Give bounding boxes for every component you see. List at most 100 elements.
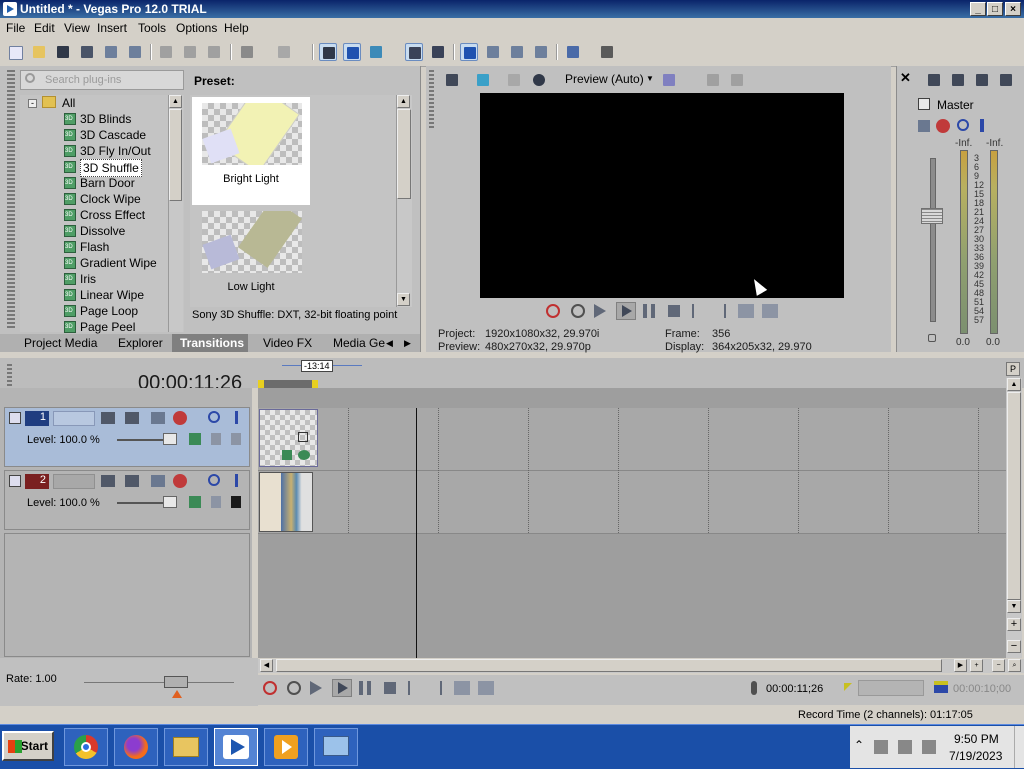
menu-tools[interactable]: Tools xyxy=(138,21,166,35)
video-preview-screen[interactable] xyxy=(480,93,844,298)
panel-grip[interactable] xyxy=(7,70,15,330)
scroll-left-icon[interactable]: ◀ xyxy=(260,659,273,672)
level-slider-thumb[interactable] xyxy=(163,496,177,508)
play-from-start-icon[interactable] xyxy=(594,304,606,318)
lock-envelopes-icon[interactable] xyxy=(429,43,447,61)
show-desktop-button[interactable] xyxy=(1014,726,1024,768)
make-child-icon[interactable] xyxy=(231,496,241,508)
maximize-button[interactable]: □ xyxy=(987,2,1003,16)
plugin-item[interactable]: Clock Wipe xyxy=(80,191,141,207)
transition-clip[interactable] xyxy=(259,409,318,467)
event-pan-crop-icon[interactable] xyxy=(298,450,310,460)
remote-desktop-icon[interactable] xyxy=(314,728,358,766)
rate-slider-track[interactable] xyxy=(84,682,234,683)
menu-edit[interactable]: Edit xyxy=(34,21,55,35)
go-to-end-icon[interactable] xyxy=(714,304,726,318)
chevron-down-icon[interactable]: ▼ xyxy=(646,74,654,83)
track-lane-2[interactable] xyxy=(258,471,1006,534)
new-project-icon[interactable] xyxy=(6,43,24,61)
copy-icon[interactable] xyxy=(181,43,199,61)
lock-icon[interactable] xyxy=(928,334,936,342)
close-button[interactable]: × xyxy=(1005,2,1021,16)
open-icon[interactable] xyxy=(30,43,48,61)
auto-crossfade-icon[interactable] xyxy=(484,43,502,61)
scroll-up-icon[interactable]: ▲ xyxy=(1007,378,1021,391)
auto-ripple-icon[interactable] xyxy=(405,43,423,61)
preset-bright-light[interactable]: Bright Light xyxy=(192,97,310,205)
fx-icon[interactable] xyxy=(505,71,523,89)
zoom-in-icon[interactable]: + xyxy=(1007,618,1021,631)
tab-scroll-left-icon[interactable]: ◀ xyxy=(386,334,393,352)
plugin-item[interactable]: Page Loop xyxy=(80,303,138,319)
zoom-out-icon[interactable]: − xyxy=(1007,640,1021,653)
cursor-time[interactable]: 00:00:11;26 xyxy=(766,683,823,695)
menu-insert[interactable]: Insert xyxy=(97,21,127,35)
clock-date[interactable]: 7/19/2023 xyxy=(949,749,1002,763)
tab-explorer[interactable]: Explorer xyxy=(118,334,163,352)
tab-video-fx[interactable]: Video FX xyxy=(263,334,312,352)
scroll-thumb[interactable] xyxy=(169,109,182,201)
track-menu-icon[interactable] xyxy=(9,475,21,487)
loop-icon[interactable] xyxy=(287,681,301,695)
whats-this-help-icon[interactable] xyxy=(598,43,616,61)
track-motion-icon[interactable] xyxy=(101,475,115,487)
record-icon[interactable] xyxy=(263,681,277,695)
mute-icon[interactable] xyxy=(208,474,220,486)
zoom-tool-icon[interactable] xyxy=(532,43,550,61)
track-fx-icon[interactable] xyxy=(151,475,165,487)
solo-icon[interactable] xyxy=(235,411,238,424)
selection-start-field[interactable] xyxy=(858,680,924,696)
track-motion-icon[interactable] xyxy=(101,412,115,424)
scroll-thumb[interactable] xyxy=(276,659,942,672)
master-fader-track[interactable] xyxy=(930,158,936,322)
timeline-hscroll[interactable]: ◀ ▶ + − ⌕ xyxy=(258,659,1024,673)
action-center-icon[interactable] xyxy=(874,740,888,754)
tab-transitions[interactable]: Transitions xyxy=(172,334,248,352)
make-parent-icon[interactable] xyxy=(211,496,221,508)
tab-project-media[interactable]: Project Media xyxy=(24,334,97,352)
mixer-properties-icon[interactable] xyxy=(925,71,943,89)
split-screen-icon[interactable] xyxy=(530,71,548,89)
plugin-item[interactable]: 3D Cascade xyxy=(80,127,146,143)
volume-icon[interactable] xyxy=(922,740,936,754)
previous-frame-icon[interactable] xyxy=(738,304,754,318)
track-menu-icon[interactable] xyxy=(9,412,21,424)
tree-root-all[interactable]: All xyxy=(62,95,75,111)
external-monitor-icon[interactable] xyxy=(474,71,492,89)
dim-output-icon[interactable] xyxy=(973,71,991,89)
play-button[interactable] xyxy=(616,302,636,320)
solo-icon[interactable] xyxy=(980,119,984,132)
panel-grip[interactable] xyxy=(429,70,434,130)
next-frame-icon[interactable] xyxy=(762,304,778,318)
start-button[interactable]: Start xyxy=(2,731,54,761)
plugin-item[interactable]: 3D Blinds xyxy=(80,111,131,127)
plugin-item[interactable]: Flash xyxy=(80,239,109,255)
preview-quality-select[interactable]: Preview (Auto) xyxy=(565,72,644,86)
network-icon[interactable] xyxy=(898,740,912,754)
record-icon[interactable] xyxy=(546,304,560,318)
copy-snapshot-icon[interactable] xyxy=(704,71,722,89)
save-snapshot-icon[interactable] xyxy=(728,71,746,89)
scroll-up-icon[interactable]: ▲ xyxy=(169,95,182,108)
scroll-up-icon[interactable]: ▲ xyxy=(397,95,410,108)
previous-frame-icon[interactable] xyxy=(454,681,470,695)
timeline-vscroll[interactable]: ▲ ▼ + − xyxy=(1006,378,1022,658)
file-explorer-icon[interactable] xyxy=(164,728,208,766)
crop-icon[interactable] xyxy=(298,432,308,442)
plugin-item[interactable]: Iris xyxy=(80,271,96,287)
minimize-button[interactable]: _ xyxy=(970,2,986,16)
stop-icon[interactable] xyxy=(384,682,396,694)
close-panel-icon[interactable]: ✕ xyxy=(900,70,911,86)
redo-icon[interactable] xyxy=(275,43,293,61)
plugin-search-field[interactable]: Search plug-ins xyxy=(20,70,184,90)
loop-region[interactable] xyxy=(258,380,318,388)
composite-mode-icon[interactable] xyxy=(125,475,139,487)
show-hidden-icons-icon[interactable]: ⌃ xyxy=(854,738,864,752)
track-name-field[interactable] xyxy=(53,411,95,426)
track-fx-bypass-icon[interactable] xyxy=(189,433,201,445)
empty-track-area[interactable] xyxy=(4,533,250,657)
mute-icon[interactable] xyxy=(208,411,220,423)
rate-slider-thumb[interactable] xyxy=(164,676,188,688)
play-from-start-icon[interactable] xyxy=(310,681,322,695)
plugin-item[interactable]: Linear Wipe xyxy=(80,287,144,303)
